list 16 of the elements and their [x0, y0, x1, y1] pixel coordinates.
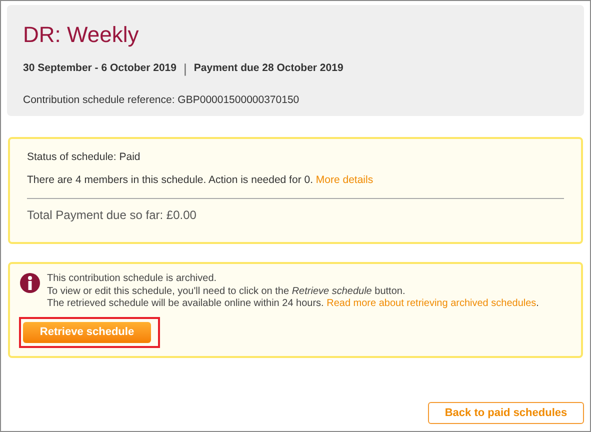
back-button[interactable]: Back to paid schedules	[428, 402, 584, 424]
members-text: There are 4 members in this schedule. Action is needed for 0. More details	[27, 172, 374, 188]
more-details-link[interactable]: More details	[316, 174, 374, 186]
separator: |	[184, 60, 187, 78]
schedule-status: Status of schedule: Paid	[27, 150, 142, 165]
page-title: DR: Weekly	[23, 23, 140, 47]
notice-line: The retrieved schedule will be available online within 24 hours. Read more about retrieving archived schedules.	[47, 298, 539, 310]
notice-line: To view or edit this schedule, you'll need to click on the Retrieve schedule button.	[47, 286, 406, 298]
info-icon	[20, 273, 40, 293]
retrieve-schedule-button[interactable]: Retrieve schedule	[23, 322, 151, 342]
schedule-reference: Contribution schedule reference: GBP00001500000370150	[23, 92, 300, 108]
payment-due: Payment due 28 October 2019	[194, 60, 344, 76]
date-range: 30 September - 6 October 2019	[23, 60, 176, 76]
total-payment: Total Payment due so far: £0.00	[27, 206, 198, 224]
retrieve-info-link[interactable]: Read more about retrieving archived schedules	[326, 298, 536, 309]
notice-line: This contribution schedule is archived.	[47, 273, 218, 286]
